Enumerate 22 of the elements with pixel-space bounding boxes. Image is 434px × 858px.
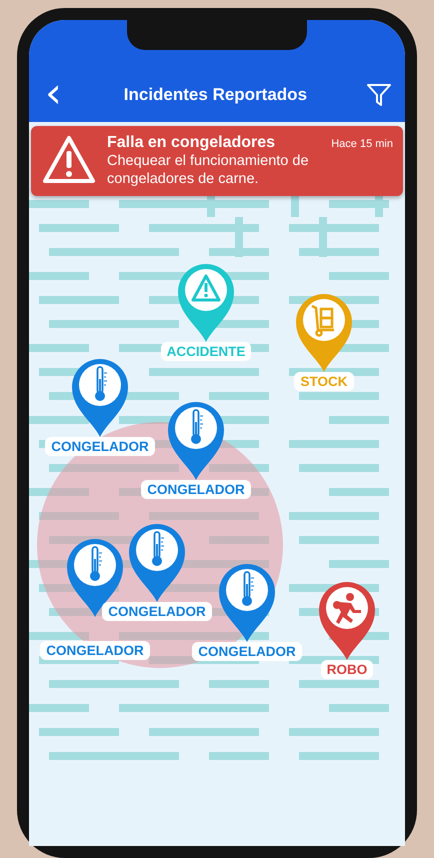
alert-banner[interactable]: Falla en congeladores Hace 15 min Chequear el funcionamiento de congeladores de carne. bbox=[31, 126, 403, 196]
pin-label: CONGELADOR bbox=[102, 602, 212, 621]
hand-truck-pin-icon[interactable] bbox=[294, 292, 354, 374]
alert-message: Chequear el funcionamiento de congeladores de carne. bbox=[107, 152, 310, 188]
warning-pin-icon[interactable] bbox=[176, 262, 236, 344]
pin-label: CONGELADOR bbox=[192, 642, 302, 661]
header-title: Incidentes Reportados bbox=[122, 84, 308, 106]
alert-title: Falla en congeladores bbox=[107, 134, 276, 152]
pin-label: ROBO bbox=[320, 660, 374, 679]
pin-label: CONGELADOR bbox=[45, 437, 155, 456]
pin-label: ACCIDENTE bbox=[160, 342, 252, 361]
back-button[interactable]: ‹ bbox=[41, 76, 66, 110]
thermometer-pin-icon[interactable] bbox=[127, 522, 187, 604]
pin-label: CONGELADOR bbox=[141, 480, 251, 499]
thermometer-pin-icon[interactable] bbox=[70, 357, 130, 439]
thermometer-pin-icon[interactable] bbox=[217, 562, 277, 644]
pin-label: CONGELADOR bbox=[40, 641, 150, 660]
thermometer-pin-icon[interactable] bbox=[166, 400, 226, 482]
pin-label: STOCK bbox=[294, 372, 354, 391]
warning-icon bbox=[41, 134, 97, 186]
alert-time: Hace 15 min bbox=[331, 138, 393, 150]
running-thief-pin-icon[interactable] bbox=[317, 580, 377, 662]
